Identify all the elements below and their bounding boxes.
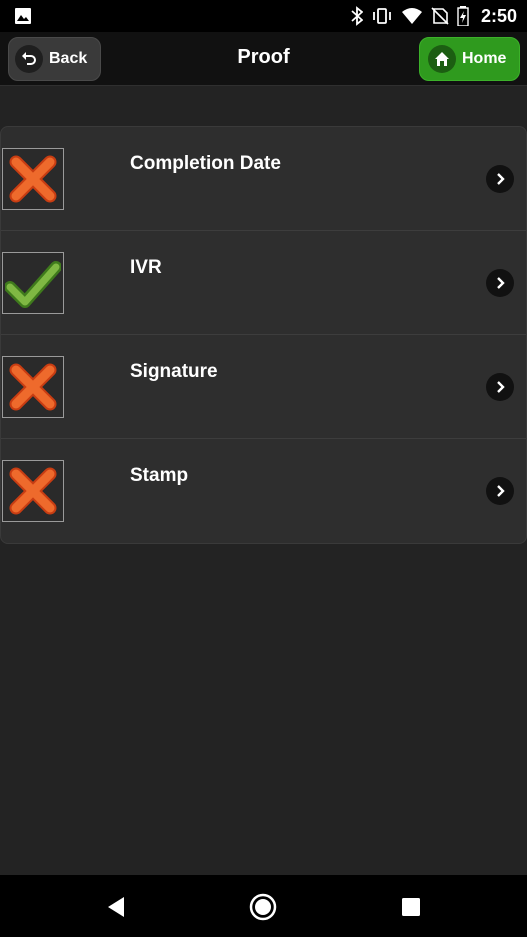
chevron-right-icon[interactable] — [486, 373, 514, 401]
chevron-right-icon[interactable] — [486, 165, 514, 193]
no-sim-icon — [431, 7, 449, 25]
list-item-label: Stamp — [130, 465, 189, 486]
home-button[interactable]: Home — [419, 37, 520, 81]
system-nav-bar — [0, 875, 527, 937]
list-item-completion-date[interactable]: Completion Date — [1, 127, 526, 231]
list-item-signature[interactable]: Signature — [1, 335, 526, 439]
status-thumbnail — [2, 460, 64, 522]
home-button-label: Home — [462, 50, 507, 67]
status-time: 2:50 — [480, 5, 517, 26]
cross-icon — [9, 363, 57, 411]
cross-icon — [9, 467, 57, 515]
home-icon — [428, 45, 456, 73]
status-bar: 2:50 — [0, 0, 527, 32]
list-item-ivr[interactable]: IVR — [1, 231, 526, 335]
app-header: Back Proof Home — [0, 32, 527, 86]
image-icon — [14, 7, 32, 25]
recents-square-icon[interactable] — [397, 893, 425, 921]
list-item-label: IVR — [130, 257, 162, 278]
battery-charging-icon — [457, 6, 469, 26]
chevron-right-icon[interactable] — [486, 477, 514, 505]
cross-icon — [9, 155, 57, 203]
back-triangle-icon[interactable] — [102, 893, 130, 921]
status-thumbnail — [2, 356, 64, 418]
vibrate-icon — [371, 7, 393, 25]
chevron-right-icon[interactable] — [486, 269, 514, 297]
status-thumbnail — [2, 252, 64, 314]
list-item-stamp[interactable]: Stamp — [1, 439, 526, 543]
check-icon — [5, 261, 61, 308]
list-item-label: Signature — [130, 361, 218, 382]
status-thumbnail — [2, 148, 64, 210]
list-item-label: Completion Date — [130, 153, 281, 174]
proof-list: Completion Date IVR Signature Stamp — [0, 126, 527, 544]
bluetooth-icon — [351, 6, 363, 26]
wifi-icon — [401, 7, 423, 25]
home-circle-icon[interactable] — [249, 893, 277, 921]
